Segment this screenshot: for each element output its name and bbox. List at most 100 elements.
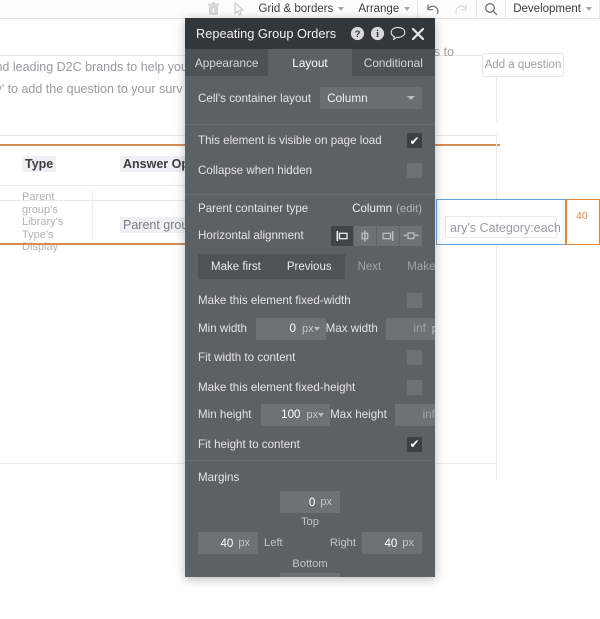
search-icon[interactable] [477, 0, 505, 19]
fit-height-label: Fit height to content [198, 437, 300, 451]
tab-layout[interactable]: Layout [268, 49, 352, 76]
row-parent-container-type: Parent container type Column (edit) [185, 195, 435, 222]
min-height-value: 100 [281, 408, 301, 421]
margin-right-value: 40 [384, 536, 398, 550]
row-collapse-when-hidden: Collapse when hidden [185, 156, 435, 184]
margins-section: Margins 0 px Top 40 px Left Right 40 px … [185, 461, 435, 577]
close-icon[interactable] [409, 25, 426, 42]
min-width-label: Min width [198, 322, 247, 335]
add-question-button[interactable]: Add a question [482, 53, 564, 77]
container-layout-select[interactable]: Column [320, 87, 422, 109]
row-width-constraints: Min width 0 px Max width inf px [185, 315, 435, 342]
margin-top-value: 0 [308, 495, 316, 509]
cursor-pointer-icon[interactable] [227, 0, 252, 19]
margin-right-group: Right 40 px [324, 532, 422, 554]
margin-left-caption: Left [264, 537, 283, 549]
grid-borders-label: Grid & borders [258, 3, 334, 15]
row-height-constraints: Min height 100 px Max height inf px [185, 401, 435, 428]
previous-button[interactable]: Previous [273, 254, 345, 279]
margin-indicator-box [566, 199, 600, 245]
parent-container-type-value: Column [352, 202, 393, 215]
align-left-icon[interactable] [331, 225, 353, 246]
max-width-label: Max width [325, 322, 378, 335]
row-fit-width: Fit width to content [185, 342, 435, 373]
max-width-unit: px [431, 322, 435, 335]
info-icon[interactable]: i [369, 25, 386, 42]
undo-icon[interactable] [418, 0, 447, 19]
fit-width-checkbox[interactable] [407, 350, 422, 365]
margin-bottom-caption: Bottom [292, 558, 328, 570]
fixed-width-checkbox[interactable] [407, 292, 422, 308]
top-toolbar: Grid & borders Arrange Development [0, 0, 600, 19]
horizontal-alignment-label: Horizontal alignment [198, 229, 304, 242]
next-button[interactable]: Next [345, 254, 395, 279]
margin-left-field[interactable]: 40 px [198, 532, 258, 554]
max-width-field[interactable]: inf px [385, 317, 435, 340]
redo-icon[interactable] [447, 0, 476, 19]
margin-top-field[interactable]: 0 px [280, 491, 340, 513]
make-first-button[interactable]: Make first [198, 254, 274, 279]
property-editor-panel: Repeating Group Orders ? i Appearance La… [185, 18, 435, 577]
margin-bottom-field[interactable]: 0 px [280, 573, 340, 577]
version-menu[interactable]: Development [506, 0, 599, 19]
panel-tabs: Appearance Layout Conditional [185, 49, 435, 76]
row-horizontal-alignment: Horizontal alignment [185, 222, 435, 249]
check-icon: ✔ [409, 437, 420, 451]
margin-right-field[interactable]: 40 px [362, 532, 422, 554]
margins-label: Margins [198, 471, 240, 484]
make-last-button[interactable]: Make last [394, 254, 435, 279]
tab-conditional[interactable]: Conditional [351, 49, 435, 76]
table-bottom-rule [0, 243, 186, 245]
max-height-field[interactable]: inf px [394, 403, 435, 426]
align-right-icon[interactable] [377, 225, 399, 246]
trash-icon[interactable] [200, 0, 227, 19]
chevron-down-icon [318, 412, 325, 417]
margin-indicator-value: 40 [576, 210, 588, 222]
help-icon[interactable]: ? [349, 25, 366, 42]
margin-right-caption: Right [329, 537, 356, 549]
fit-width-label: Fit width to content [198, 351, 296, 364]
chevron-down-icon [404, 7, 411, 11]
column-header-type: Type [22, 156, 57, 172]
panel-title: Repeating Group Orders [196, 26, 337, 41]
margin-left-value: 40 [220, 536, 234, 550]
panel-body: Cell's container layout Column This elem… [185, 76, 435, 577]
max-width-value: inf [413, 322, 426, 335]
grid-borders-menu[interactable]: Grid & borders [252, 0, 352, 19]
selected-element-text: ary's Category:each [450, 221, 561, 235]
min-width-field[interactable]: 0 px [255, 317, 326, 340]
panel-titlebar[interactable]: Repeating Group Orders ? i [185, 18, 435, 49]
min-height-field[interactable]: 100 px [260, 403, 331, 426]
margin-right-unit: px [402, 537, 414, 549]
row-fit-height: Fit height to content ✔ [185, 428, 435, 460]
container-layout-value: Column [327, 91, 368, 105]
align-center-icon[interactable] [354, 225, 376, 246]
horizontal-alignment-group [331, 225, 422, 246]
arrange-menu[interactable]: Arrange [351, 0, 417, 19]
fit-height-checkbox[interactable]: ✔ [407, 436, 422, 452]
chevron-down-icon [313, 326, 320, 331]
row-visible-on-page-load: This element is visible on page load ✔ [185, 125, 435, 156]
margin-sides-row: 40 px Left Right 40 px [198, 531, 422, 555]
margin-left-group: 40 px Left [198, 532, 289, 554]
collapse-when-hidden-checkbox[interactable] [407, 162, 422, 178]
min-height-label: Min height [198, 408, 252, 421]
fixed-height-checkbox[interactable] [407, 379, 422, 395]
margin-top-caption: Top [300, 516, 320, 528]
svg-text:?: ? [355, 29, 361, 40]
table-divider [0, 185, 186, 186]
margin-top-unit: px [320, 496, 332, 508]
comment-icon[interactable] [389, 25, 406, 42]
tab-appearance[interactable]: Appearance [185, 49, 269, 76]
fixed-width-label: Make this element fixed-width [198, 293, 351, 307]
row-container-layout: Cell's container layout Column [185, 76, 435, 113]
align-distribute-icon[interactable] [400, 225, 422, 246]
margin-top-row: 0 px [198, 491, 422, 513]
check-icon: ✔ [409, 133, 420, 148]
parent-container-edit-link[interactable]: (edit) [396, 203, 422, 215]
arrange-label: Arrange [358, 3, 400, 15]
visible-on-page-load-checkbox[interactable]: ✔ [407, 133, 422, 148]
container-layout-label: Cell's container layout [198, 91, 312, 105]
collapse-when-hidden-label: Collapse when hidden [198, 163, 313, 177]
chevron-down-icon [586, 7, 592, 11]
